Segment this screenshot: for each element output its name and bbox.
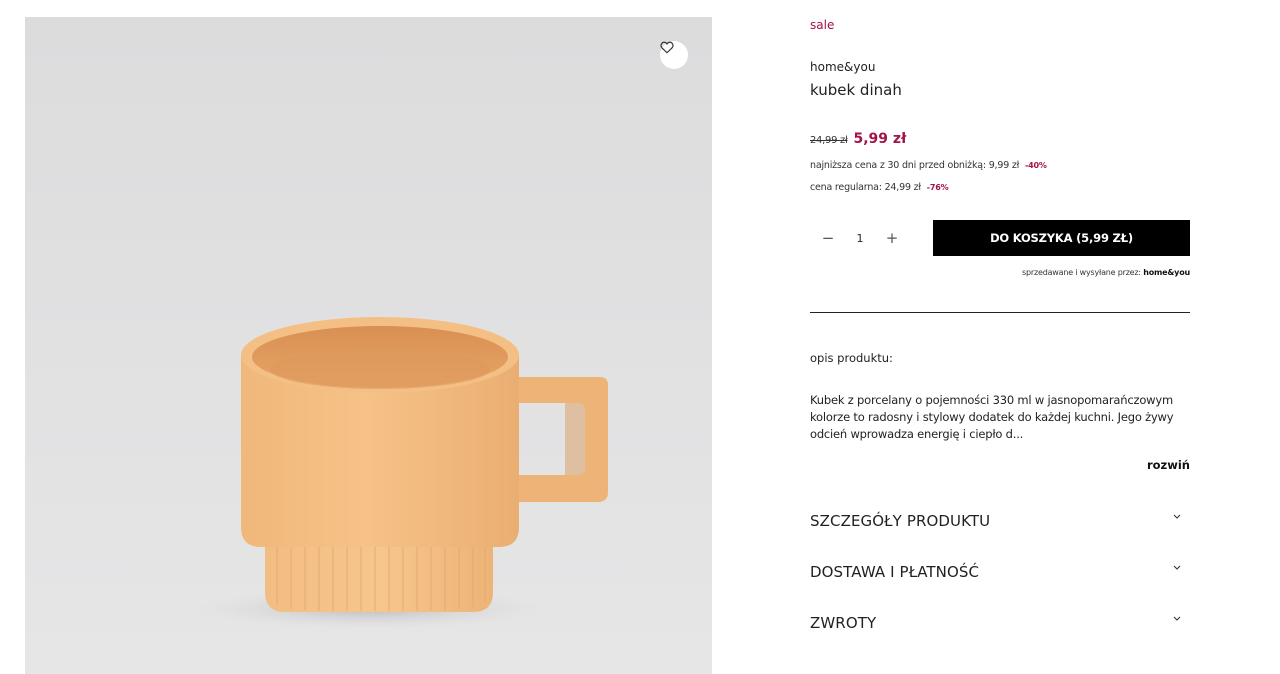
accordion-label: ZWROTY xyxy=(810,614,877,632)
brand-link[interactable]: home&you xyxy=(810,60,875,74)
seller-info: sprzedawane i wysyłane przez: home&you xyxy=(1022,268,1190,277)
lowest-price-note: najniższa cena z 30 dni przed obniżką: 9… xyxy=(810,160,1047,171)
regular-price-discount: -76% xyxy=(926,183,949,192)
product-title: kubek dinah xyxy=(810,81,902,99)
sale-badge: sale xyxy=(810,18,835,32)
seller-prefix: sprzedawane i wysyłane przez: xyxy=(1022,268,1141,277)
chevron-down-icon xyxy=(1173,616,1181,621)
divider xyxy=(810,312,1190,313)
seller-name[interactable]: home&you xyxy=(1143,268,1190,277)
heart-icon xyxy=(660,41,674,54)
regular-price-text: cena regularna: 24,99 zł xyxy=(810,182,921,193)
accordion-returns[interactable]: ZWROTY xyxy=(810,610,1190,636)
description-text: Kubek z porcelany o pojemności 330 ml w … xyxy=(810,393,1174,441)
expand-description-link[interactable]: rozwiń xyxy=(1147,458,1190,472)
product-info-panel: sale home&you kubek dinah 24,99 zł 5,99 … xyxy=(810,0,1190,674)
quantity-stepper: − 1 + xyxy=(810,226,910,250)
lowest-price-text: najniższa cena z 30 dni przed obniżką: 9… xyxy=(810,160,1020,171)
current-price: 5,99 zł xyxy=(853,131,907,147)
add-to-cart-button[interactable]: DO KOSZYKA (5,99 ZŁ) xyxy=(933,220,1190,256)
mug-illustration xyxy=(195,317,608,629)
lowest-price-discount: -40% xyxy=(1025,161,1047,170)
accordion-label: DOSTAWA I PŁATNOŚĆ xyxy=(810,563,980,581)
accordion-label: SZCZEGÓŁY PRODUKTU xyxy=(810,512,991,530)
wishlist-button[interactable] xyxy=(660,41,688,69)
product-image xyxy=(25,17,712,674)
chevron-down-icon xyxy=(1173,565,1181,570)
decrement-button[interactable]: − xyxy=(820,230,836,246)
old-price: 24,99 zł xyxy=(810,135,848,146)
accordion-product-details[interactable]: SZCZEGÓŁY PRODUKTU xyxy=(810,508,1190,534)
description-heading: opis produktu: xyxy=(810,351,893,365)
accordion-delivery-payment[interactable]: DOSTAWA I PŁATNOŚĆ xyxy=(810,559,1190,585)
regular-price-note: cena regularna: 24,99 zł -76% xyxy=(810,182,949,193)
chevron-down-icon xyxy=(1173,514,1181,519)
quantity-value[interactable]: 1 xyxy=(852,232,868,245)
price-row: 24,99 zł 5,99 zł xyxy=(810,131,906,147)
increment-button[interactable]: + xyxy=(884,230,900,246)
